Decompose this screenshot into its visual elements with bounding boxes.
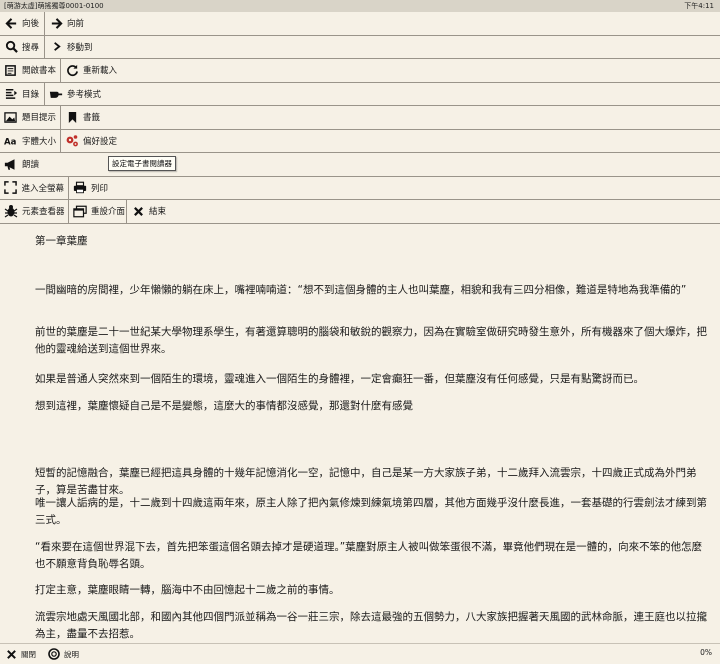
read-aloud-button[interactable]: 朗讀 bbox=[0, 153, 43, 176]
close-icon bbox=[6, 649, 17, 660]
expand-icon bbox=[4, 181, 18, 195]
forward-label: 向前 bbox=[67, 19, 85, 30]
help-label: 說明 bbox=[64, 649, 79, 659]
preferences-label: 偏好設定 bbox=[83, 136, 118, 147]
reset-ui-label: 重設介面 bbox=[91, 207, 126, 218]
paragraph: 前世的葉塵是二十一世紀某大學物理系學生，有著還算聰明的腦袋和敏銳的觀察力，因為在… bbox=[35, 326, 707, 355]
read-aloud-label: 朗讀 bbox=[22, 160, 40, 171]
close-label: 關閉 bbox=[21, 649, 36, 659]
open-book-label: 開啟書本 bbox=[21, 66, 56, 77]
fullscreen-button[interactable]: 進入全螢幕 bbox=[0, 177, 68, 200]
menu-row: 向後 向前 bbox=[0, 12, 720, 36]
paragraph: 一間幽暗的房間裡，少年懶懶的躺在床上，嘴裡喃喃道：“想不到這個身體的主人也叫葉塵… bbox=[35, 284, 687, 296]
arrow-left-icon bbox=[4, 16, 18, 30]
reset-ui-button[interactable]: 重設介面 bbox=[68, 200, 126, 223]
paragraph: 唯一讓人詬病的是，十二歲到十四歲這兩年來，原主人除了把內氣修煉到練氣境第四層，其… bbox=[35, 497, 707, 526]
image-tips-label: 題目提示 bbox=[21, 113, 56, 124]
menu-row: 目錄 參考模式 bbox=[0, 82, 720, 106]
reference-mode-label: 參考模式 bbox=[67, 89, 102, 100]
inspector-button[interactable]: 元素查看器 bbox=[0, 200, 68, 223]
preferences-tooltip: 設定電子書閱讀器 bbox=[108, 156, 176, 171]
reload-button[interactable]: 重新載入 bbox=[60, 59, 121, 82]
search-button[interactable]: 搜尋 bbox=[0, 36, 44, 59]
reading-pane[interactable]: 第一章葉塵 一間幽暗的房間裡，少年懶懶的躺在床上，嘴裡喃喃道：“想不到這個身體的… bbox=[0, 226, 720, 641]
goto-button[interactable]: 移動到 bbox=[44, 35, 97, 58]
menu-row: 題目提示 書籤 bbox=[0, 106, 720, 130]
arrow-right-icon bbox=[49, 16, 63, 30]
inspector-label: 元素查看器 bbox=[22, 207, 65, 218]
toc-button[interactable]: 目錄 bbox=[0, 83, 44, 106]
goto-label: 移動到 bbox=[67, 42, 93, 53]
refresh-icon bbox=[65, 63, 79, 77]
paragraph: 如果是普通人突然來到一個陌生的環境，靈魂進入一個陌生的身體裡，一定會癲狂一番，但… bbox=[35, 373, 644, 385]
close-button[interactable]: 關閉 bbox=[0, 649, 42, 660]
windows-icon bbox=[73, 204, 87, 218]
hand-point-icon bbox=[49, 87, 63, 101]
lifebuoy-icon bbox=[48, 648, 60, 660]
menu-row: Aa 字體大小 偏好設定 bbox=[0, 129, 720, 153]
menu-row: 進入全螢幕 列印 bbox=[0, 176, 720, 200]
preferences-button[interactable]: 偏好設定 bbox=[60, 129, 121, 152]
bookmark-label: 書籤 bbox=[83, 113, 101, 124]
window-title: [萌游太虛]萌搖獨尊0001-0100 bbox=[4, 2, 104, 10]
image-tips-button[interactable]: 題目提示 bbox=[0, 106, 60, 129]
print-label: 列印 bbox=[91, 183, 109, 194]
font-size-label: 字體大小 bbox=[22, 136, 57, 147]
image-icon bbox=[4, 110, 18, 124]
toc-label: 目錄 bbox=[22, 89, 40, 100]
list-icon bbox=[4, 87, 18, 101]
menu-row: 元素查看器 重設介面 結束 bbox=[0, 200, 720, 224]
chevron-right-icon bbox=[49, 40, 63, 54]
paragraph: 打定主意，葉塵眼睛一轉，腦海中不由回憶起十二歲之前的事情。 bbox=[35, 584, 340, 596]
paragraph: “看來要在這個世界混下去，首先把笨蛋這個名頭去掉才是硬道理。”葉塵對原主人被叫做… bbox=[35, 541, 703, 570]
printer-icon bbox=[73, 181, 87, 195]
help-button[interactable]: 說明 bbox=[42, 648, 85, 660]
megaphone-icon bbox=[4, 157, 18, 171]
chapter-title: 第一章葉塵 bbox=[35, 235, 88, 247]
reload-label: 重新載入 bbox=[83, 66, 118, 77]
search-icon bbox=[4, 40, 18, 54]
font-size-button[interactable]: Aa 字體大小 bbox=[0, 130, 60, 153]
forward-button[interactable]: 向前 bbox=[44, 12, 88, 35]
book-icon bbox=[4, 63, 18, 77]
open-book-button[interactable]: 開啟書本 bbox=[0, 59, 60, 82]
menu-row: 開啟書本 重新載入 bbox=[0, 59, 720, 83]
progress-percent: 0% bbox=[700, 648, 712, 657]
paragraph: 想到這裡，葉塵懷疑自己是不是變態，這麼大的事情都沒感覺，那還對什麼有感覺 bbox=[35, 400, 413, 412]
bug-icon bbox=[4, 204, 18, 218]
reader-menu: 向後 向前搜尋 移動到開啟書本 重新載入目錄 參考模式題目提示 書籤 Aa 字體大小 偏好設定朗… bbox=[0, 12, 720, 224]
back-label: 向後 bbox=[22, 19, 40, 30]
menu-row: 搜尋 移動到 bbox=[0, 35, 720, 59]
print-button[interactable]: 列印 bbox=[68, 176, 112, 199]
bottom-bar: 關閉 說明 0% bbox=[0, 643, 720, 664]
font-size-icon: Aa bbox=[4, 134, 18, 148]
exit-button[interactable]: 結束 bbox=[126, 200, 170, 223]
paragraph: 短暫的記憶融合，葉塵已經把這具身體的十幾年記憶消化一空，記憶中，自己是某一方大家… bbox=[35, 467, 697, 496]
exit-label: 結束 bbox=[149, 207, 167, 218]
close-icon bbox=[131, 204, 145, 218]
bookmark-icon bbox=[65, 110, 79, 124]
reference-mode-button[interactable]: 參考模式 bbox=[44, 82, 105, 105]
clock: 下午4:11 bbox=[684, 2, 714, 10]
search-label: 搜尋 bbox=[22, 42, 40, 53]
fullscreen-label: 進入全螢幕 bbox=[21, 183, 64, 194]
gears-icon bbox=[65, 134, 79, 148]
back-button[interactable]: 向後 bbox=[0, 12, 44, 35]
svg-text:Aa: Aa bbox=[4, 138, 17, 148]
paragraph: 流雲宗地處天風國北部，和國內其他四個門派並稱為一谷一莊三宗，除去這最強的五個勢力… bbox=[35, 611, 707, 640]
bookmark-button[interactable]: 書籤 bbox=[60, 106, 104, 129]
